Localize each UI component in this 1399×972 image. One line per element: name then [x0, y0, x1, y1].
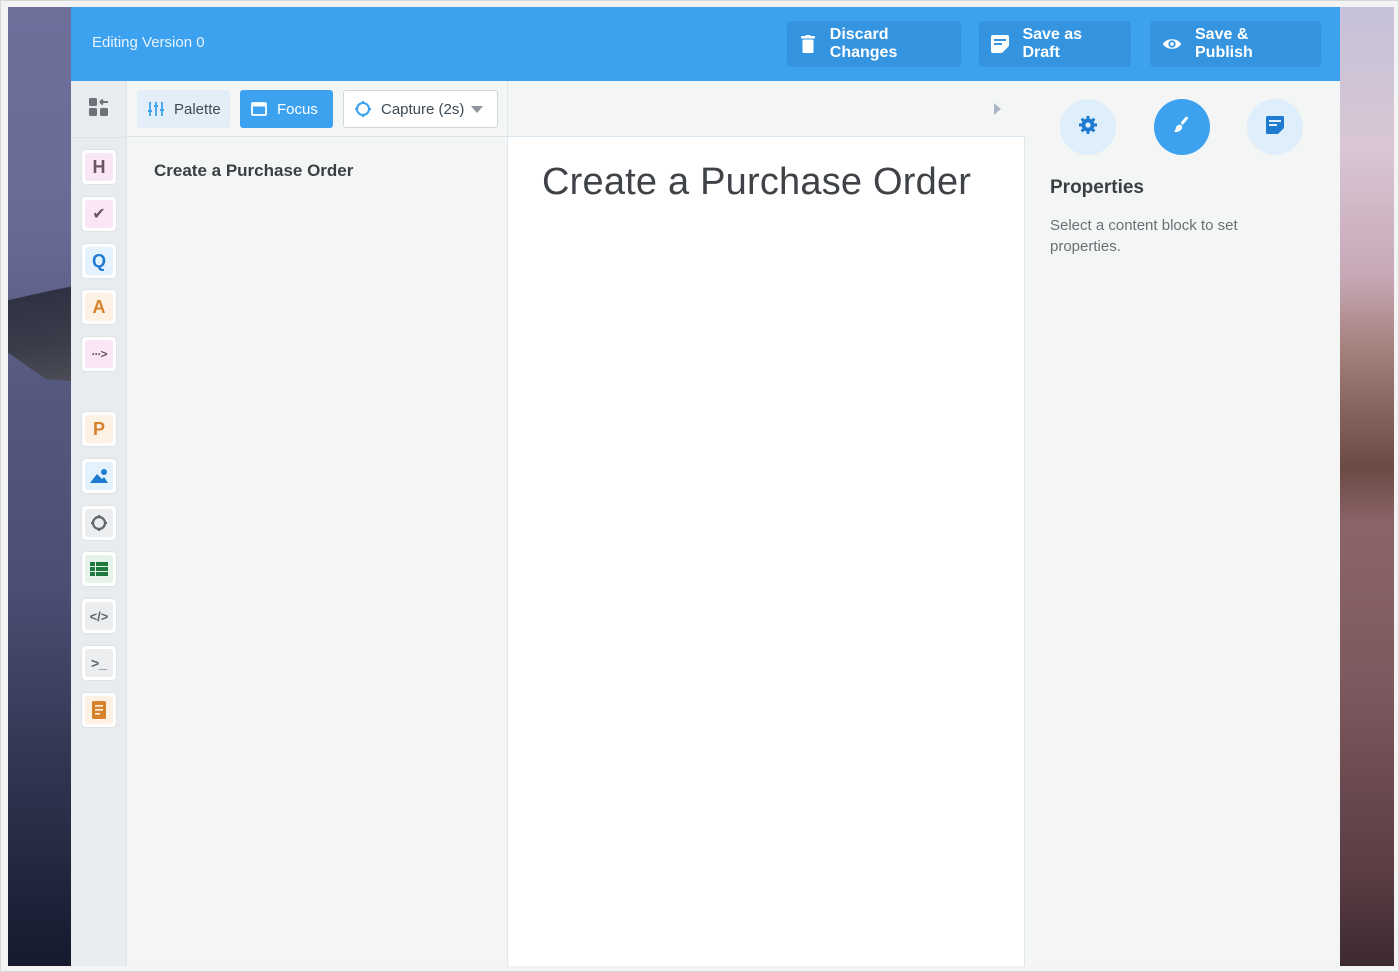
table-icon	[85, 555, 113, 583]
terminal-icon: >_	[85, 649, 113, 677]
block-question-button[interactable]: Q	[81, 243, 117, 279]
code-icon: </>	[85, 602, 113, 630]
heading-icon: H	[85, 153, 113, 181]
editor-toolbar	[508, 81, 1025, 137]
properties-panel: Properties Select a content block to set…	[1025, 81, 1340, 966]
answer-icon: A	[85, 293, 113, 321]
focus-button[interactable]: Focus	[240, 90, 333, 128]
image-icon	[85, 462, 113, 490]
save-as-draft-button[interactable]: Save as Draft	[979, 21, 1131, 67]
document-title[interactable]: Create a Purchase Order	[542, 161, 971, 204]
capture-icon	[85, 509, 113, 537]
screen-frame: Editing Version 0 Discard Changes Save a…	[0, 0, 1399, 972]
block-table-button[interactable]	[81, 551, 117, 587]
properties-hint: Select a content block to set properties…	[1050, 217, 1238, 255]
capture-dropdown[interactable]: Capture (2s)	[343, 90, 498, 128]
version-label: Editing Version 0	[92, 34, 205, 51]
outline-toolbar: Palette Focus Capture (2s)	[127, 81, 508, 137]
outline-panel: Palette Focus Capture (2s) Create a Purc…	[127, 81, 508, 966]
block-code-button[interactable]: </>	[81, 598, 117, 634]
paragraph-icon: P	[85, 415, 113, 443]
discard-changes-button[interactable]: Discard Changes	[787, 21, 961, 67]
palette-button[interactable]: Palette	[137, 90, 230, 128]
block-image-button[interactable]	[81, 458, 117, 494]
document-icon	[85, 696, 113, 724]
block-paragraph-button[interactable]: P	[81, 411, 117, 447]
notes-tab-button[interactable]	[1247, 99, 1303, 155]
dashboard-layout-icon	[89, 97, 109, 121]
block-heading-button[interactable]: H	[81, 149, 117, 185]
editor-canvas: Create a Purchase Order	[508, 81, 1025, 966]
block-document-button[interactable]	[81, 692, 117, 728]
palette-label: Palette	[174, 100, 221, 118]
settings-tab-button[interactable]	[1060, 99, 1116, 155]
focus-label: Focus	[277, 100, 318, 118]
block-answer-button[interactable]: A	[81, 289, 117, 325]
layout-toggle-button[interactable]	[71, 81, 127, 137]
discard-changes-label: Discard Changes	[829, 26, 898, 61]
properties-title: Properties	[1050, 177, 1144, 198]
block-capture-button[interactable]	[81, 505, 117, 541]
block-terminal-button[interactable]: >_	[81, 645, 117, 681]
chevron-down-icon	[471, 106, 483, 113]
expand-panel-icon[interactable]	[994, 103, 1001, 115]
style-tab-button[interactable]	[1154, 99, 1210, 155]
check-icon: ✔	[85, 200, 113, 228]
eye-icon	[1162, 34, 1182, 54]
editor-app: Editing Version 0 Discard Changes Save a…	[71, 7, 1340, 966]
block-check-button[interactable]: ✔	[81, 196, 117, 232]
rail-divider	[71, 137, 127, 138]
outline-item-title[interactable]: Create a Purchase Order	[154, 161, 353, 181]
save-and-publish-button[interactable]: Save & Publish	[1150, 21, 1321, 67]
save-as-draft-label: Save as Draft	[1022, 26, 1083, 61]
brush-icon	[1172, 115, 1192, 140]
gear-icon	[1078, 115, 1098, 140]
trash-icon	[799, 34, 817, 54]
window-icon	[250, 100, 268, 118]
next-step-icon: ···>	[85, 340, 113, 368]
save-and-publish-label: Save & Publish	[1195, 26, 1253, 61]
block-next-step-button[interactable]: ···>	[81, 336, 117, 372]
sliders-icon	[147, 100, 165, 118]
notes-icon	[1266, 115, 1284, 139]
capture-label: Capture (2s)	[381, 100, 465, 118]
draft-note-icon	[991, 34, 1010, 54]
desktop-wallpaper-right	[1340, 7, 1394, 966]
capture-target-icon	[354, 100, 372, 118]
question-icon: Q	[85, 247, 113, 275]
top-bar: Editing Version 0 Discard Changes Save a…	[71, 7, 1340, 81]
block-palette-rail: H ✔ Q A ···> P </> >_	[71, 81, 127, 966]
